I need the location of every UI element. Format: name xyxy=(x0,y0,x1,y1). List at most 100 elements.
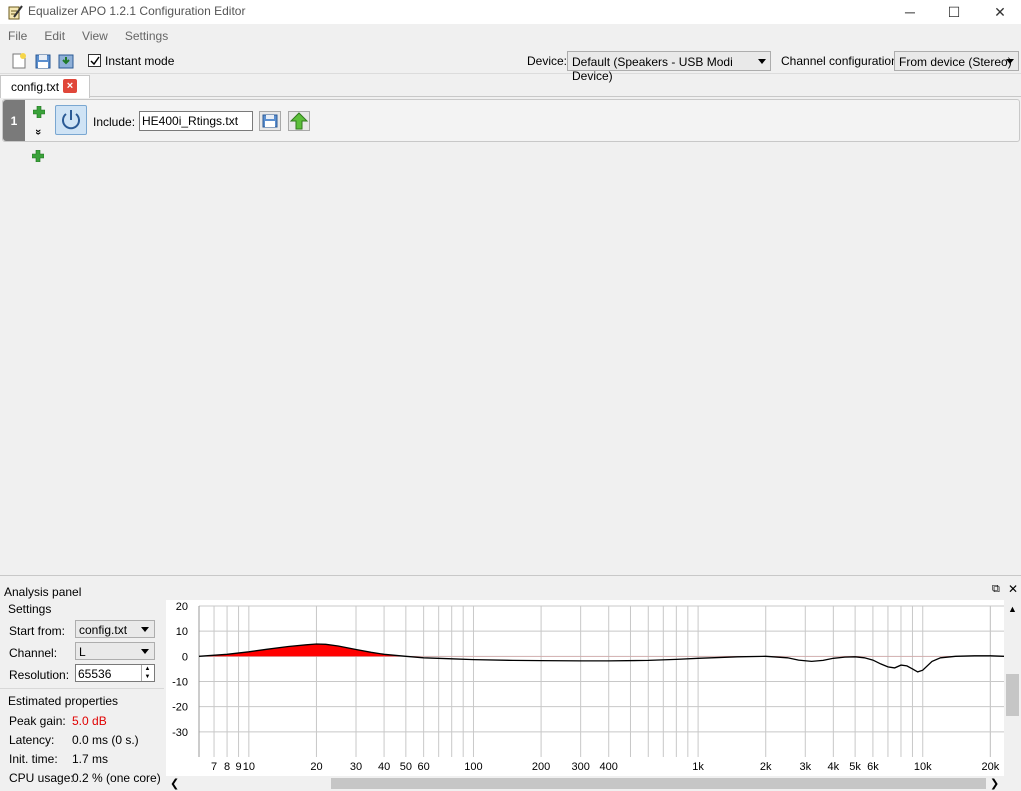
y-tick-label: 20 xyxy=(176,601,188,613)
graph-vertical-scrollbar[interactable]: ▲ xyxy=(1004,600,1021,776)
maximize-button[interactable]: ☐ xyxy=(931,0,977,24)
init-time-label: Init. time: xyxy=(9,752,58,766)
maximize-icon: ☐ xyxy=(947,3,961,20)
start-from-label: Start from: xyxy=(9,624,66,638)
x-tick-label: 20k xyxy=(981,761,999,773)
channel-label: Channel: xyxy=(9,646,58,660)
include-file-input[interactable] xyxy=(139,111,253,131)
add-filter-icon[interactable] xyxy=(32,150,44,162)
channel-select[interactable]: L xyxy=(75,642,155,660)
minimize-button[interactable]: ─ xyxy=(887,0,933,24)
latency-label: Latency: xyxy=(9,733,55,747)
title-bar: Equalizer APO 1.2.1 Configuration Editor… xyxy=(0,0,1021,24)
checkmark-icon xyxy=(90,56,100,66)
tab-strip: config.txt × xyxy=(0,75,1021,98)
resolution-value: 65536 xyxy=(78,667,112,681)
instant-mode-label: Instant mode xyxy=(105,54,175,68)
power-icon xyxy=(62,110,80,130)
close-icon: ✕ xyxy=(994,3,1006,20)
scroll-left-icon[interactable]: ❮ xyxy=(170,777,179,790)
x-tick-label: 20 xyxy=(310,761,322,773)
menu-edit[interactable]: Edit xyxy=(36,26,74,46)
positive-gain-area xyxy=(199,644,1004,657)
row-number[interactable]: 1 xyxy=(3,100,25,141)
x-tick-label: 50 xyxy=(400,761,412,773)
browse-button[interactable] xyxy=(259,111,281,131)
x-tick-label: 30 xyxy=(350,761,362,773)
include-label: Include: xyxy=(93,115,136,129)
cpu-usage-label: CPU usage: xyxy=(9,771,74,785)
device-select[interactable]: Default (Speakers - USB Modi Device) xyxy=(567,51,771,83)
x-tick-label: 3k xyxy=(799,761,811,773)
y-tick-label: 10 xyxy=(176,626,188,638)
tab-config[interactable]: config.txt × xyxy=(0,75,90,98)
x-tick-label: 7 xyxy=(211,761,217,773)
start-from-select[interactable]: config.txt xyxy=(75,620,155,638)
frequency-response-graph[interactable]: 20100-10-20-307 8 9 10 20 30 40 50 60 100 200 300 40… xyxy=(166,600,1004,776)
save-file-icon[interactable] xyxy=(57,52,75,70)
x-tick-label: 9 xyxy=(235,761,241,773)
open-included-button[interactable] xyxy=(288,111,310,131)
spin-down-icon[interactable]: ▼ xyxy=(141,673,153,681)
x-tick-label: 5k xyxy=(849,761,861,773)
open-file-icon xyxy=(262,114,278,128)
y-tick-label: -20 xyxy=(172,702,188,714)
close-button[interactable]: ✕ xyxy=(977,0,1021,24)
x-tick-label: 10 xyxy=(243,761,255,773)
notepad-pencil-icon xyxy=(8,5,23,20)
power-toggle-button[interactable] xyxy=(55,105,87,135)
menu-bar: File Edit View Settings xyxy=(0,26,1021,46)
peak-gain-label: Peak gain: xyxy=(9,714,66,728)
x-tick-label: 300 xyxy=(571,761,589,773)
init-time-value: 1.7 ms xyxy=(72,752,109,766)
instant-mode-checkbox[interactable] xyxy=(88,54,101,67)
cpu-usage-value: 0.2 % (one core) xyxy=(72,771,161,785)
channel-config-select[interactable]: From device (Stereo) xyxy=(894,51,1019,71)
x-tick-label: 10k xyxy=(914,761,932,773)
x-tick-label: 40 xyxy=(378,761,390,773)
peak-gain-value: 5.0 dB xyxy=(72,714,107,728)
resolution-label: Resolution: xyxy=(9,668,70,682)
latency-value: 0.0 ms (0 s.) xyxy=(72,733,139,747)
x-tick-label: 6k xyxy=(867,761,879,773)
channel-config-label: Channel configuration: xyxy=(781,54,902,68)
undock-icon[interactable]: ⧉ xyxy=(992,583,1000,596)
menu-file[interactable]: File xyxy=(0,26,36,46)
vertical-scroll-thumb[interactable] xyxy=(1006,674,1019,716)
analysis-header: Analysis panel ⧉ ✕ xyxy=(0,582,1021,599)
resolution-spinbox[interactable]: 65536 ▲ ▼ xyxy=(75,664,155,682)
menu-settings[interactable]: Settings xyxy=(117,26,177,46)
analysis-title: Analysis panel xyxy=(4,585,82,599)
spin-up-icon[interactable]: ▲ xyxy=(141,665,153,673)
close-panel-icon[interactable]: ✕ xyxy=(1008,582,1018,596)
tab-close-icon[interactable]: × xyxy=(63,79,77,93)
y-tick-label: 0 xyxy=(182,651,188,663)
new-file-icon[interactable] xyxy=(10,52,28,70)
horizontal-scroll-thumb[interactable] xyxy=(331,778,986,789)
open-file-icon[interactable] xyxy=(34,52,52,70)
minimize-icon: ─ xyxy=(905,4,915,20)
device-label: Device: xyxy=(527,54,568,68)
chevron-down-icon xyxy=(141,649,149,654)
channel-config-value: From device (Stereo) xyxy=(899,55,1012,69)
x-tick-label: 4k xyxy=(828,761,840,773)
divider xyxy=(0,688,164,689)
menu-view[interactable]: View xyxy=(74,26,117,46)
chevron-down-icon xyxy=(758,59,766,64)
x-tick-label: 200 xyxy=(532,761,550,773)
scroll-up-icon[interactable]: ▲ xyxy=(1008,604,1017,614)
start-from-value: config.txt xyxy=(79,623,128,637)
window-title: Equalizer APO 1.2.1 Configuration Editor xyxy=(28,4,246,18)
graph-horizontal-scrollbar[interactable]: ❮ ❯ xyxy=(166,776,1004,791)
expand-icon[interactable]: » xyxy=(32,129,44,135)
chevron-down-icon xyxy=(141,627,149,632)
tab-label: config.txt xyxy=(11,80,60,94)
x-tick-label: 8 xyxy=(224,761,230,773)
scroll-right-icon[interactable]: ❯ xyxy=(990,777,999,790)
add-filter-above-icon[interactable] xyxy=(33,106,45,118)
y-tick-label: -30 xyxy=(172,727,188,739)
x-tick-label: 400 xyxy=(600,761,618,773)
x-tick-label: 2k xyxy=(760,761,772,773)
x-tick-label: 100 xyxy=(464,761,482,773)
filter-row: 1 » Include: xyxy=(2,99,1020,142)
